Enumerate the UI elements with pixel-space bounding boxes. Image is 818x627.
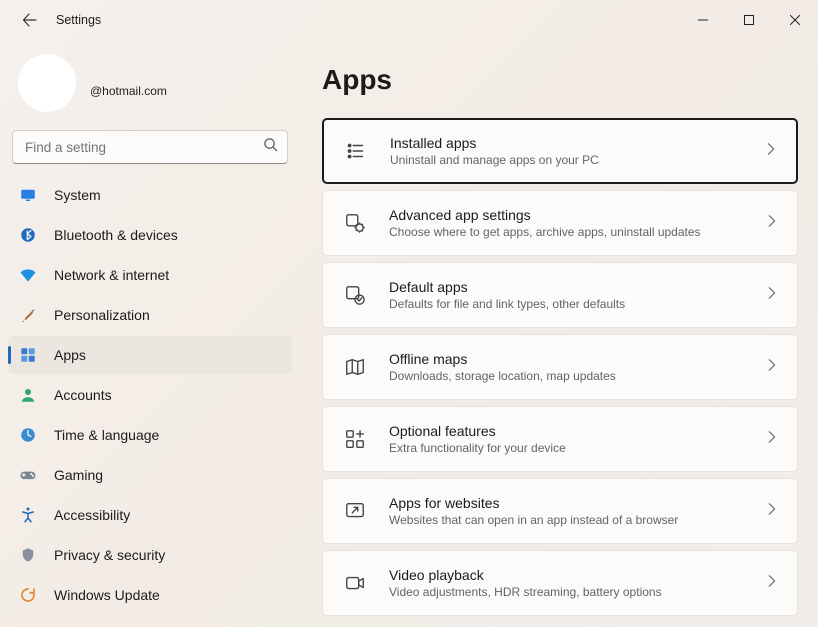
sidebar-item-gaming[interactable]: Gaming — [8, 456, 292, 494]
sidebar-item-label: Accessibility — [54, 507, 130, 523]
card-advanced-app-settings[interactable]: Advanced app settings Choose where to get… — [322, 190, 798, 256]
sidebar-item-label: Time & language — [54, 427, 159, 443]
minimize-icon — [698, 15, 708, 25]
sidebar-item-accessibility[interactable]: Accessibility — [8, 496, 292, 534]
card-title: Optional features — [389, 423, 765, 439]
card-title: Default apps — [389, 279, 765, 295]
app-check-icon — [343, 283, 367, 307]
card-apps-for-websites[interactable]: Apps for websites Websites that can open … — [322, 478, 798, 544]
card-list: Installed apps Uninstall and manage apps … — [322, 118, 798, 627]
main-content: Apps Installed apps Uninstall and manage … — [300, 40, 818, 627]
sidebar-item-network-internet[interactable]: Network & internet — [8, 256, 292, 294]
shield-icon — [18, 545, 38, 565]
person-icon — [18, 385, 38, 405]
chevron-right-icon — [765, 430, 779, 449]
sidebar-item-label: Privacy & security — [54, 547, 165, 563]
arrow-left-icon — [22, 12, 38, 28]
window-controls — [680, 4, 818, 36]
profile-name — [90, 68, 167, 84]
chevron-right-icon — [765, 574, 779, 593]
sidebar-item-windows-update[interactable]: Windows Update — [8, 576, 292, 614]
card-subtitle: Choose where to get apps, archive apps, … — [389, 225, 765, 239]
sidebar-item-time-language[interactable]: Time & language — [8, 416, 292, 454]
card-title: Offline maps — [389, 351, 765, 367]
card-offline-maps[interactable]: Offline maps Downloads, storage location,… — [322, 334, 798, 400]
sidebar-item-personalization[interactable]: Personalization — [8, 296, 292, 334]
search-wrap — [12, 130, 288, 164]
sidebar-item-bluetooth-devices[interactable]: Bluetooth & devices — [8, 216, 292, 254]
sidebar-item-label: Gaming — [54, 467, 103, 483]
search-icon — [263, 137, 278, 157]
close-button[interactable] — [772, 4, 818, 36]
sidebar-nav: System Bluetooth & devices Network & inter… — [8, 176, 292, 614]
sidebar-item-apps[interactable]: Apps — [8, 336, 292, 374]
titlebar: Settings — [0, 0, 818, 40]
sidebar-item-label: Accounts — [54, 387, 112, 403]
card-subtitle: Downloads, storage location, map updates — [389, 369, 765, 383]
sidebar-item-label: Windows Update — [54, 587, 160, 603]
sidebar-item-label: Network & internet — [54, 267, 169, 283]
card-subtitle: Extra functionality for your device — [389, 441, 765, 455]
profile-email: @hotmail.com — [90, 84, 167, 98]
wifi-icon — [18, 265, 38, 285]
chevron-right-icon — [765, 214, 779, 233]
sidebar-item-label: System — [54, 187, 101, 203]
map-icon — [343, 355, 367, 379]
maximize-icon — [744, 15, 754, 25]
page-title: Apps — [322, 64, 798, 96]
sidebar-item-system[interactable]: System — [8, 176, 292, 214]
card-optional-features[interactable]: Optional features Extra functionality for… — [322, 406, 798, 472]
card-title: Apps for websites — [389, 495, 765, 511]
chevron-right-icon — [765, 358, 779, 377]
card-subtitle: Uninstall and manage apps on your PC — [390, 153, 764, 167]
card-subtitle: Video adjustments, HDR streaming, batter… — [389, 585, 765, 599]
card-default-apps[interactable]: Default apps Defaults for file and link t… — [322, 262, 798, 328]
list-icon — [344, 139, 368, 163]
video-icon — [343, 571, 367, 595]
sidebar-item-privacy-security[interactable]: Privacy & security — [8, 536, 292, 574]
brush-icon — [18, 305, 38, 325]
card-title: Installed apps — [390, 135, 764, 151]
sidebar-item-label: Personalization — [54, 307, 150, 323]
apps-icon — [18, 345, 38, 365]
search-input[interactable] — [12, 130, 288, 164]
accessibility-icon — [18, 505, 38, 525]
app-plus-icon — [343, 427, 367, 451]
chevron-right-icon — [764, 142, 778, 161]
bluetooth-icon — [18, 225, 38, 245]
avatar — [18, 54, 76, 112]
app-link-icon — [343, 499, 367, 523]
maximize-button[interactable] — [726, 4, 772, 36]
monitor-icon — [18, 185, 38, 205]
close-icon — [790, 15, 800, 25]
app-gear-icon — [343, 211, 367, 235]
sidebar: @hotmail.com System Bluetooth & devices Ne… — [0, 40, 300, 627]
card-title: Advanced app settings — [389, 207, 765, 223]
card-installed-apps[interactable]: Installed apps Uninstall and manage apps … — [322, 118, 798, 184]
card-subtitle: Defaults for file and link types, other … — [389, 297, 765, 311]
chevron-right-icon — [765, 502, 779, 521]
window-title: Settings — [56, 13, 101, 27]
card-video-playback[interactable]: Video playback Video adjustments, HDR str… — [322, 550, 798, 616]
sidebar-item-label: Apps — [54, 347, 86, 363]
update-icon — [18, 585, 38, 605]
profile-block[interactable]: @hotmail.com — [8, 44, 292, 130]
sidebar-item-label: Bluetooth & devices — [54, 227, 178, 243]
card-subtitle: Websites that can open in an app instead… — [389, 513, 765, 527]
sidebar-item-accounts[interactable]: Accounts — [8, 376, 292, 414]
minimize-button[interactable] — [680, 4, 726, 36]
clock-globe-icon — [18, 425, 38, 445]
back-button[interactable] — [12, 2, 48, 38]
card-title: Video playback — [389, 567, 765, 583]
gamepad-icon — [18, 465, 38, 485]
chevron-right-icon — [765, 286, 779, 305]
